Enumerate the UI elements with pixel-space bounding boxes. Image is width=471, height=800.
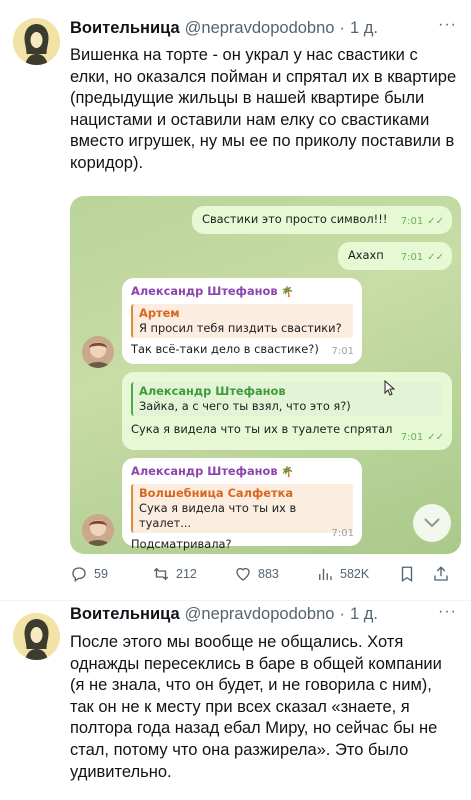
views-count: 582K [340, 567, 370, 581]
message-text: Сука я видела что ты их в туалете спрята… [131, 422, 393, 436]
tweet-text: Вишенка на торте - он украл у нас свасти… [70, 46, 457, 172]
share-icon [434, 566, 448, 581]
separator-dot: · [339, 19, 345, 37]
tweet-time[interactable]: 1 д. [350, 19, 378, 38]
message-text: Свастики это просто символ!!! [202, 212, 388, 226]
more-options-icon[interactable]: ··· [438, 16, 457, 34]
reply-button[interactable]: 59 [70, 565, 108, 583]
tweet-header: Воительница @nepravdopodobno · 1 д. [70, 19, 378, 38]
quote-text: Я просил тебя пиздить свастики? [139, 321, 342, 335]
palm-icon: 🌴 [281, 287, 294, 298]
views-chart-icon [319, 568, 332, 580]
chat-message-out: Свастики это просто символ!!! 7:01 ✓✓ [192, 206, 452, 234]
reply-quote: Артем Я просил тебя пиздить свастики? [131, 304, 353, 338]
like-count: 883 [258, 567, 279, 581]
sender-name: Александр Штефанов [131, 464, 278, 478]
avatar[interactable] [13, 613, 60, 660]
reply-count: 59 [94, 567, 108, 581]
reply-quote: Волшебница Салфетка Сука я видела что ты… [131, 484, 353, 533]
message-time: 7:01 [331, 528, 354, 539]
message-text: Ахахп [348, 248, 384, 262]
heart-icon [236, 567, 250, 581]
tweet-2[interactable]: Воительница @nepravdopodobno · 1 д. ··· … [0, 600, 471, 800]
author-name[interactable]: Воительница [70, 19, 180, 38]
message-time: 7:01 [400, 432, 424, 443]
read-checks-icon: ✓✓ [427, 252, 444, 263]
message-text: Подсматривала? [131, 537, 232, 551]
retweet-icon [153, 567, 169, 581]
retweet-button[interactable]: 212 [152, 565, 197, 583]
chat-message-out: Ахахп 7:01 ✓✓ [338, 242, 452, 270]
author-handle[interactable]: @nepravdopodobno [185, 19, 335, 38]
tweet-header: Воительница @nepravdopodobno · 1 д. [70, 605, 378, 624]
message-time: 7:01 [331, 346, 354, 357]
sender-name: Александр Штефанов [131, 284, 278, 298]
scroll-down-button[interactable] [413, 504, 451, 542]
chat-message-in: Александр Штефанов 🌴 Артем Я просил тебя… [122, 278, 362, 364]
chat-message-in: Александр Штефанов 🌴 Волшебница Салфетка… [122, 458, 362, 551]
chat-avatar [82, 336, 114, 368]
read-checks-icon: ✓✓ [427, 216, 444, 227]
quote-text: Зайка, а с чего ты взял, что это я?) [139, 399, 351, 413]
message-time: 7:01 [400, 216, 424, 227]
bookmark-button[interactable] [398, 565, 416, 583]
chat-avatar [82, 514, 114, 546]
bookmark-icon [401, 566, 413, 583]
reply-icon [72, 567, 86, 583]
quote-name: Артем [139, 306, 180, 320]
cursor-icon [384, 380, 396, 396]
tweet-text: После этого мы вообще не общались. Хотя … [70, 633, 442, 781]
chevron-down-icon [424, 518, 440, 528]
share-button[interactable] [432, 565, 450, 583]
more-options-icon[interactable]: ··· [438, 603, 457, 621]
reply-quote: Александр Штефанов Зайка, а с чего ты вз… [131, 382, 443, 416]
quote-name: Волшебница Салфетка [139, 486, 294, 500]
like-button[interactable]: 883 [234, 565, 279, 583]
tweet-actions: 59 212 883 582K [70, 563, 460, 585]
separator-dot: · [339, 605, 345, 623]
tweet-1[interactable]: Воительница @nepravdopodobno · 1 д. ··· … [0, 0, 471, 600]
author-name[interactable]: Воительница [70, 605, 180, 624]
retweet-count: 212 [176, 567, 197, 581]
palm-icon: 🌴 [281, 467, 294, 478]
message-time: 7:01 [400, 252, 424, 263]
avatar[interactable] [13, 18, 60, 65]
chat-screenshot-image[interactable]: Свастики это просто символ!!! 7:01 ✓✓ Аха… [70, 196, 461, 554]
quote-text: Сука я видела что ты их в туалет... [139, 501, 297, 530]
message-text: Так всё-таки дело в свастике?) [131, 342, 319, 356]
chat-message-out: Александр Штефанов Зайка, а с чего ты вз… [122, 372, 452, 450]
views-button[interactable]: 582K [316, 565, 369, 583]
read-checks-icon: ✓✓ [427, 432, 444, 443]
author-handle[interactable]: @nepravdopodobno [185, 605, 335, 624]
tweet-time[interactable]: 1 д. [350, 605, 378, 624]
